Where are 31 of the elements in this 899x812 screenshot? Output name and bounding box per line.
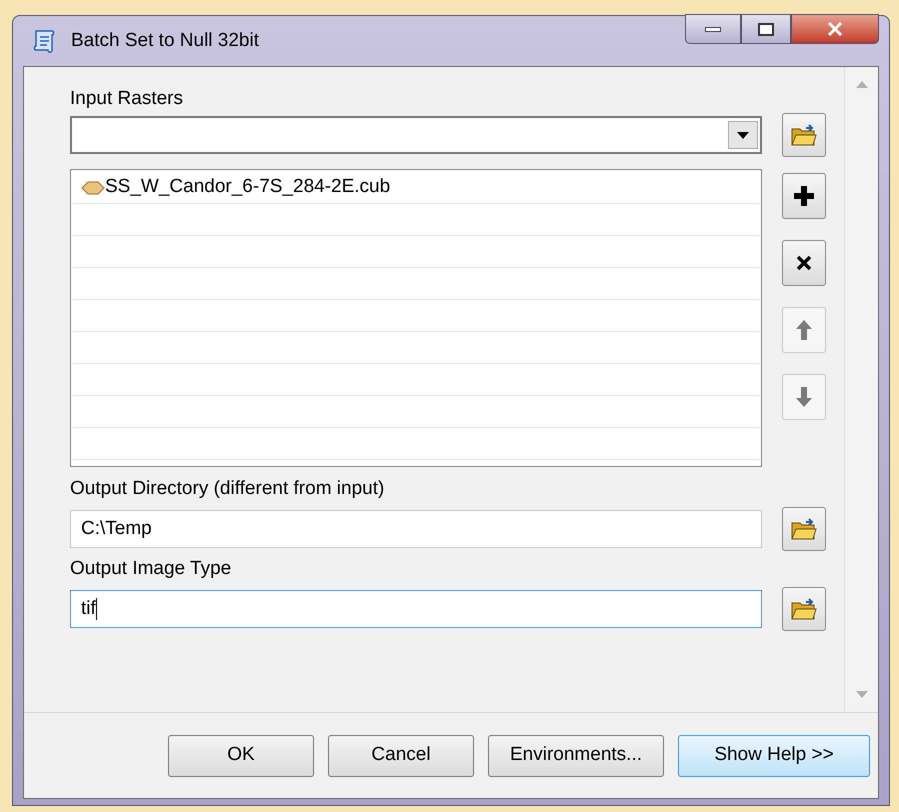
plus-icon <box>793 185 815 207</box>
down-arrow-icon <box>795 386 813 408</box>
folder-icon <box>790 516 818 542</box>
close-icon <box>795 254 813 272</box>
script-icon <box>33 28 57 54</box>
minimize-button[interactable] <box>685 14 741 44</box>
close-icon <box>827 22 843 36</box>
folder-icon <box>790 596 818 622</box>
list-tool-button[interactable] <box>782 173 826 219</box>
browse-button[interactable] <box>782 507 826 551</box>
close-button[interactable] <box>791 14 879 44</box>
output-image-type-field[interactable]: tif <box>70 590 762 628</box>
up-arrow-icon <box>795 319 813 341</box>
maximize-button[interactable] <box>741 14 791 44</box>
browse-button[interactable] <box>782 113 826 157</box>
dialog-button[interactable]: Environments... <box>488 734 664 776</box>
caret-icon <box>737 132 749 138</box>
field-label: Output Image Type <box>70 557 232 581</box>
list-tool-button[interactable] <box>782 240 826 286</box>
window-title: Batch Set to Null 32bit <box>71 28 259 53</box>
folder-icon <box>790 122 818 148</box>
dialog-button[interactable]: Cancel <box>328 734 474 776</box>
field-label: Input Rasters <box>70 87 184 111</box>
field-label: Output Directory (different from input) <box>70 477 386 501</box>
raster-icon <box>81 180 105 194</box>
input-rasters-dropdown[interactable] <box>70 116 762 154</box>
list-item[interactable]: SS_W_Candor_6-7S_284-2E.cub <box>81 173 390 202</box>
dialog-button[interactable]: Show Help >> <box>678 734 870 776</box>
output-directory-field[interactable]: C:\Temp <box>70 510 762 548</box>
browse-button[interactable] <box>782 587 826 631</box>
dialog-button[interactable]: OK <box>168 734 314 776</box>
